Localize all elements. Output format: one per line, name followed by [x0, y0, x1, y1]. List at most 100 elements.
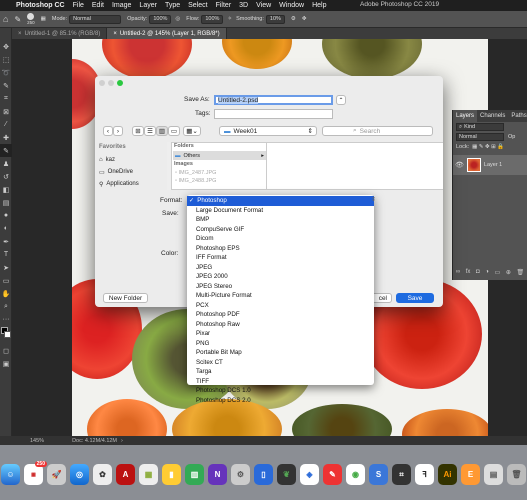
minimize-window-icon[interactable] [108, 80, 114, 86]
app-menu[interactable]: Photoshop CC [16, 2, 65, 9]
format-option[interactable]: Large Document Format [187, 206, 374, 216]
path-select-tool-icon[interactable]: ➤ [0, 261, 12, 274]
quick-mask-icon[interactable]: ◻ [0, 344, 12, 357]
menu-file[interactable]: File [73, 2, 84, 9]
menu-3d[interactable]: 3D [239, 2, 248, 9]
more-tools-icon[interactable]: ··· [0, 313, 12, 326]
chrome-icon[interactable]: ◉ [346, 464, 365, 485]
gallery-view-button[interactable]: ▭ [168, 126, 180, 136]
save-button[interactable]: Save [396, 293, 434, 303]
folder-icon[interactable]: ▭ [495, 269, 501, 276]
icon-view-button[interactable]: ⊞ [132, 126, 144, 136]
dropbox-icon[interactable]: ◈ [300, 464, 319, 485]
menu-image[interactable]: Image [112, 2, 131, 9]
quick-select-tool-icon[interactable]: ✎ [0, 79, 12, 92]
format-option[interactable]: Photoshop DCS 1.0 [187, 386, 374, 396]
gradient-tool-icon[interactable]: ▤ [0, 196, 12, 209]
column-view-button[interactable]: ▥ [156, 126, 168, 136]
new-folder-button[interactable]: New Folder [103, 293, 148, 303]
link-icon[interactable]: ∞ [456, 269, 460, 276]
flow-input[interactable]: 100% [201, 14, 224, 24]
pen-tool-icon[interactable]: ✒ [0, 235, 12, 248]
format-option[interactable]: Dicom [187, 234, 374, 244]
safari-icon[interactable]: ◎ [70, 464, 89, 485]
menu-filter[interactable]: Filter [216, 2, 232, 9]
column-scrollbar[interactable] [167, 142, 172, 190]
menu-type[interactable]: Type [165, 2, 180, 9]
dodge-tool-icon[interactable]: ◐ [0, 222, 12, 235]
tab-close-icon[interactable]: × [18, 31, 22, 37]
lock-icons[interactable]: ▦ ✎ ✥ ⊞ 🔒 [472, 144, 504, 150]
zoom-level[interactable]: 145% [30, 438, 44, 444]
app-icon[interactable]: E [461, 464, 480, 485]
brush-tool-icon[interactable]: ✎ [14, 15, 21, 24]
file-item[interactable]: ▫ IMG_2488.JPG [173, 178, 266, 186]
marquee-tool-icon[interactable]: ⬚ [0, 53, 12, 66]
word-icon[interactable]: ▯ [254, 464, 273, 485]
list-view-button[interactable]: ☰ [144, 126, 156, 136]
menu-window[interactable]: Window [279, 2, 304, 9]
rectangle-tool-icon[interactable]: ▭ [0, 274, 12, 287]
symmetry-icon[interactable]: ✥ [302, 16, 307, 22]
clone-stamp-tool-icon[interactable]: ♟ [0, 157, 12, 170]
history-brush-tool-icon[interactable]: ↺ [0, 170, 12, 183]
numbers-icon[interactable]: ▥ [185, 464, 204, 485]
system-preferences-icon[interactable]: ⚙ [231, 464, 250, 485]
fx-icon[interactable]: fx [466, 269, 471, 276]
visibility-eye-icon[interactable]: 👁 [455, 161, 464, 169]
tags-input[interactable] [214, 109, 333, 119]
blur-tool-icon[interactable]: ● [0, 209, 12, 222]
hand-tool-icon[interactable]: ✋ [0, 287, 12, 300]
format-option[interactable]: Photoshop DCS 2.0 [187, 396, 374, 406]
back-button[interactable]: ‹ [103, 126, 113, 136]
lasso-tool-icon[interactable]: ➰ [0, 66, 12, 79]
mode-select[interactable]: Normal [69, 14, 122, 24]
airbrush-icon[interactable]: ✧ [227, 16, 232, 22]
format-option[interactable]: Pixar [187, 329, 374, 339]
sidebar-item-applications[interactable]: ⚲ Applications [99, 178, 165, 190]
skype-icon[interactable]: S [369, 464, 388, 485]
tab-close-icon[interactable]: × [113, 31, 117, 37]
keynote-icon[interactable]: ▮ [162, 464, 181, 485]
format-option[interactable]: Photoshop Raw [187, 320, 374, 330]
crop-tool-icon[interactable]: ⌗ [0, 92, 12, 105]
adjustment-icon[interactable]: ◑ [485, 269, 489, 276]
tab-untitled-1[interactable]: × Untitled-1 @ 85.1% (RGB/8) [12, 28, 108, 39]
zoom-window-icon[interactable] [117, 80, 123, 86]
finder-icon[interactable]: ☺ [1, 464, 20, 485]
photos-icon[interactable]: ✿ [93, 464, 112, 485]
menu-help[interactable]: Help [312, 2, 326, 9]
color-swatches-icon[interactable] [0, 326, 12, 344]
tab-untitled-2[interactable]: × Untitled-2 @ 145% (Layer 1, RGB/8*) [107, 28, 227, 39]
format-option[interactable]: TIFF [187, 377, 374, 387]
pressure-opacity-icon[interactable]: ◎ [175, 16, 180, 22]
eraser-tool-icon[interactable]: ◧ [0, 183, 12, 196]
format-option[interactable]: Scitex CT [187, 358, 374, 368]
calendar-icon[interactable]: ▦ 250 [24, 461, 47, 485]
format-option[interactable]: ✓ Photoshop [187, 196, 374, 206]
sidebar-item-onedrive[interactable]: ▭ OneDrive [99, 166, 165, 178]
preview-icon[interactable]: ▦ [139, 464, 158, 485]
brush-settings-icon[interactable]: ▦ [41, 16, 46, 22]
tab-channels[interactable]: Channels [477, 110, 508, 122]
format-option[interactable]: PCX [187, 301, 374, 311]
zoom-tool-icon[interactable]: ⌕ [0, 300, 12, 313]
move-tool-icon[interactable]: ✥ [0, 40, 12, 53]
search-field[interactable]: ⌕ Search [322, 126, 433, 136]
illustrator-icon[interactable]: Ai [438, 464, 457, 485]
smoothing-input[interactable]: 10% [265, 14, 285, 24]
evernote-icon[interactable]: ❦ [277, 464, 296, 485]
format-option[interactable]: Targa [187, 367, 374, 377]
expand-dialog-button[interactable]: ⌃ [336, 95, 346, 105]
menu-edit[interactable]: Edit [92, 2, 104, 9]
format-option[interactable]: Portable Bit Map [187, 348, 374, 358]
trash-icon[interactable]: 🗑 [516, 269, 524, 276]
format-option[interactable]: Photoshop PDF [187, 310, 374, 320]
mask-icon[interactable]: ◘ [476, 269, 480, 276]
background-color[interactable] [4, 331, 11, 338]
trash-icon[interactable]: 🗑 [507, 464, 526, 485]
tab-layers[interactable]: Layers [453, 110, 478, 122]
format-option[interactable]: Multi-Picture Format [187, 291, 374, 301]
app-icon[interactable]: ꟻ [415, 464, 434, 485]
smoothing-options-icon[interactable]: ⚙ [291, 16, 296, 22]
